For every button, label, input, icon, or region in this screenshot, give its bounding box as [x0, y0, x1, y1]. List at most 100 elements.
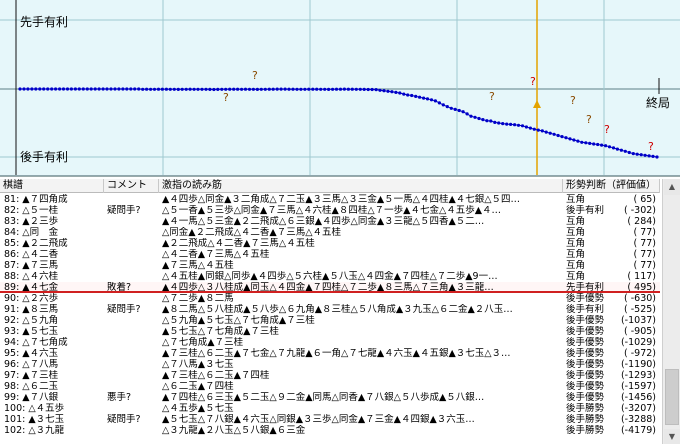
eval-point [101, 87, 105, 91]
table-row[interactable]: 84: △同 金 △同金▲２二飛成△４二香▲７三馬△４五桂 互角 ( 77) [0, 227, 660, 238]
table-row[interactable]: 90: △２六歩 △７二歩▲８二馬 後手優勢 ( -630) [0, 293, 660, 304]
header-judge[interactable]: 形勢判断（評価値） [563, 179, 660, 193]
eval-point [370, 87, 374, 92]
table-row[interactable]: 92: △５九角 △５九角▲５七玉△７七角成▲７三桂 後手優勢 (-1037) [0, 315, 660, 326]
table-row[interactable]: 86: △４二香 △４二香▲７三馬△４五桂 互角 ( 77) [0, 249, 660, 260]
eval-point [113, 87, 117, 91]
evaluation-graph[interactable]: 先手有利 後手有利 終局 ? ? ? ? ? ? ? ? [0, 0, 680, 176]
row-move: 98: △６二玉 [4, 381, 59, 392]
table-row[interactable]: 99: ▲７八銀 悪手? ▲７四桂△６三玉▲５二玉△９二金▲同馬△同香▲７八銀△５八… [0, 392, 660, 403]
table-row[interactable]: 87: ▲７三馬 ▲７三馬△４五桂 互角 ( 77) [0, 260, 660, 271]
eval-point [631, 152, 635, 156]
eval-point [635, 152, 639, 156]
evaluation-line [20, 88, 658, 158]
eval-point [334, 87, 339, 91]
table-row[interactable]: 91: ▲８三馬 疑問手? ▲８二馬△５八桂成▲５八歩△６九角▲８三桂△５八角成▲３… [0, 304, 660, 315]
row-judge: 後手有利 [566, 205, 605, 216]
eval-point [592, 142, 596, 146]
row-pv: ▲５七玉△７七角成▲７三桂 [162, 326, 279, 337]
eval-point [627, 150, 631, 155]
eval-point [243, 87, 248, 91]
table-row[interactable]: 101: ▲３七玉 疑問手? ▲５七玉△７八銀▲４六玉△同銀▲３三歩△同金▲７三金▲… [0, 414, 660, 425]
eval-point [97, 87, 101, 91]
eval-point [77, 87, 81, 91]
scroll-thumb[interactable] [665, 369, 679, 425]
eval-point [445, 105, 449, 109]
eval-point [607, 145, 612, 149]
eval-point [477, 116, 481, 121]
eval-point [382, 89, 386, 93]
table-row[interactable]: 100: △４五歩 △４五歩▲５七玉 後手勝勢 (-3207) [0, 403, 660, 414]
question-marker: ? [604, 123, 610, 136]
eval-point [338, 87, 343, 91]
eval-point [156, 87, 161, 91]
row-comment: 疑問手? [107, 414, 141, 425]
table-row[interactable]: 96: △７八馬 △７八馬▲３七玉 後手優勢 (-1190) [0, 359, 660, 370]
eval-point [418, 95, 422, 99]
eval-point [255, 87, 259, 91]
row-move: 83: ▲２三歩 [4, 216, 59, 227]
row-move: 90: △２六歩 [4, 293, 59, 304]
row-value: (-1037) [620, 315, 656, 326]
eval-point [224, 87, 228, 91]
eval-point [307, 87, 311, 91]
row-pv: ▲７四桂△６三玉▲５二玉△９二金▲同馬△同香▲７八銀△５八歩成▲５八銀… [162, 392, 485, 403]
eval-point [240, 87, 244, 91]
scroll-down-button[interactable]: ▼ [664, 429, 680, 444]
table-row[interactable]: 82: △５一桂 疑問手? △５一香▲５三歩△同金▲７三馬△４六桂▲８四桂△７一歩▲… [0, 205, 660, 216]
row-pv: △４二香▲７三馬△４五桂 [162, 249, 270, 260]
eval-point [414, 94, 418, 98]
eval-point [152, 87, 157, 91]
eval-point [406, 93, 410, 97]
eval-point [323, 87, 327, 91]
table-row[interactable]: 83: ▲２三歩 ▲４一馬△５三金▲２二飛成△６三銀▲４四歩△同金▲３三龍△５四香… [0, 216, 660, 227]
vertical-scrollbar[interactable]: ▲ ▼ [662, 179, 680, 444]
eval-point [164, 87, 168, 91]
eval-point [168, 87, 172, 91]
table-row[interactable]: 95: ▲４六玉 ▲７三桂△６二玉▲７七金△７九龍▲６一角△７七龍▲４六玉▲４五銀… [0, 348, 660, 359]
eval-point [137, 87, 141, 91]
row-judge: 後手勝勢 [566, 425, 605, 436]
row-move: 88: △４六桂 [4, 271, 59, 282]
eval-point [342, 87, 346, 91]
table-row[interactable]: 102: △３九龍 △３九龍▲２八玉△５八銀▲６三金 後手勝勢 (-4179) [0, 425, 660, 436]
header-pv[interactable]: 激指の読み筋 [159, 179, 563, 193]
table-row[interactable]: 97: ▲７三桂 ▲７三桂△６二玉▲７四桂 後手優勢 (-1293) [0, 370, 660, 381]
table-row[interactable]: 88: △４六桂 △４五桂▲同銀△同歩▲４四歩△５六桂▲５八玉△４四金▲７四桂△７… [0, 271, 660, 282]
table-row[interactable]: 93: ▲５七玉 ▲５七玉△７七角成▲７三桂 後手優勢 ( -905) [0, 326, 660, 337]
row-judge: 後手優勢 [566, 370, 605, 381]
eval-point [54, 87, 58, 91]
eval-point [465, 112, 469, 116]
row-move: 87: ▲７三馬 [4, 260, 59, 271]
row-move: 91: ▲８三馬 [4, 304, 59, 315]
eval-point [141, 87, 145, 91]
eval-point [378, 88, 382, 92]
eval-point [303, 87, 307, 91]
row-value: ( -905) [624, 326, 656, 337]
eval-point [433, 99, 437, 103]
row-move: 86: △４二香 [4, 249, 59, 260]
eval-point [184, 87, 188, 91]
table-row[interactable]: 98: △６二玉 △６二玉▲７四桂 後手優勢 (-1597) [0, 381, 660, 392]
eval-point [50, 87, 54, 91]
row-judge: 後手優勢 [566, 348, 605, 359]
row-judge: 後手優勢 [566, 381, 605, 392]
header-move[interactable]: 棋譜 [0, 179, 104, 193]
header-comment[interactable]: コメント [104, 179, 159, 193]
row-move: 101: ▲３七玉 [4, 414, 65, 425]
row-pv: △４五歩▲５七玉 [162, 403, 234, 414]
table-row[interactable]: 81: ▲７四角成 ▲４四歩△同金▲３二角成△７二玉▲３三馬△３三金▲５一馬△４四… [0, 194, 660, 205]
question-marker: ? [252, 69, 258, 82]
question-marker: ? [586, 113, 592, 126]
scroll-up-button[interactable]: ▲ [664, 179, 680, 195]
eval-point [643, 153, 647, 157]
table-row[interactable]: 85: ▲２二飛成 ▲２二飛成△４二香▲７三馬△４五桂 互角 ( 77) [0, 238, 660, 249]
move-list[interactable]: 棋譜 コメント 激指の読み筋 形勢判断（評価値） 81: ▲７四角成 ▲４四歩△同… [0, 176, 680, 444]
row-pv: ▲７三桂△６二玉▲７四桂 [162, 370, 270, 381]
eval-point [228, 87, 232, 91]
row-pv: △５一香▲５三歩△同金▲７三馬△４六桂▲８四桂△７一歩▲４七金△４五歩▲４… [162, 205, 502, 216]
row-judge: 後手優勢 [566, 359, 605, 370]
row-pv: △５九角▲５七玉△７七角成▲７三桂 [162, 315, 315, 326]
table-row[interactable]: 94: △７七角成 △７七角成▲７三桂 後手優勢 (-1029) [0, 337, 660, 348]
eval-point [655, 155, 659, 159]
